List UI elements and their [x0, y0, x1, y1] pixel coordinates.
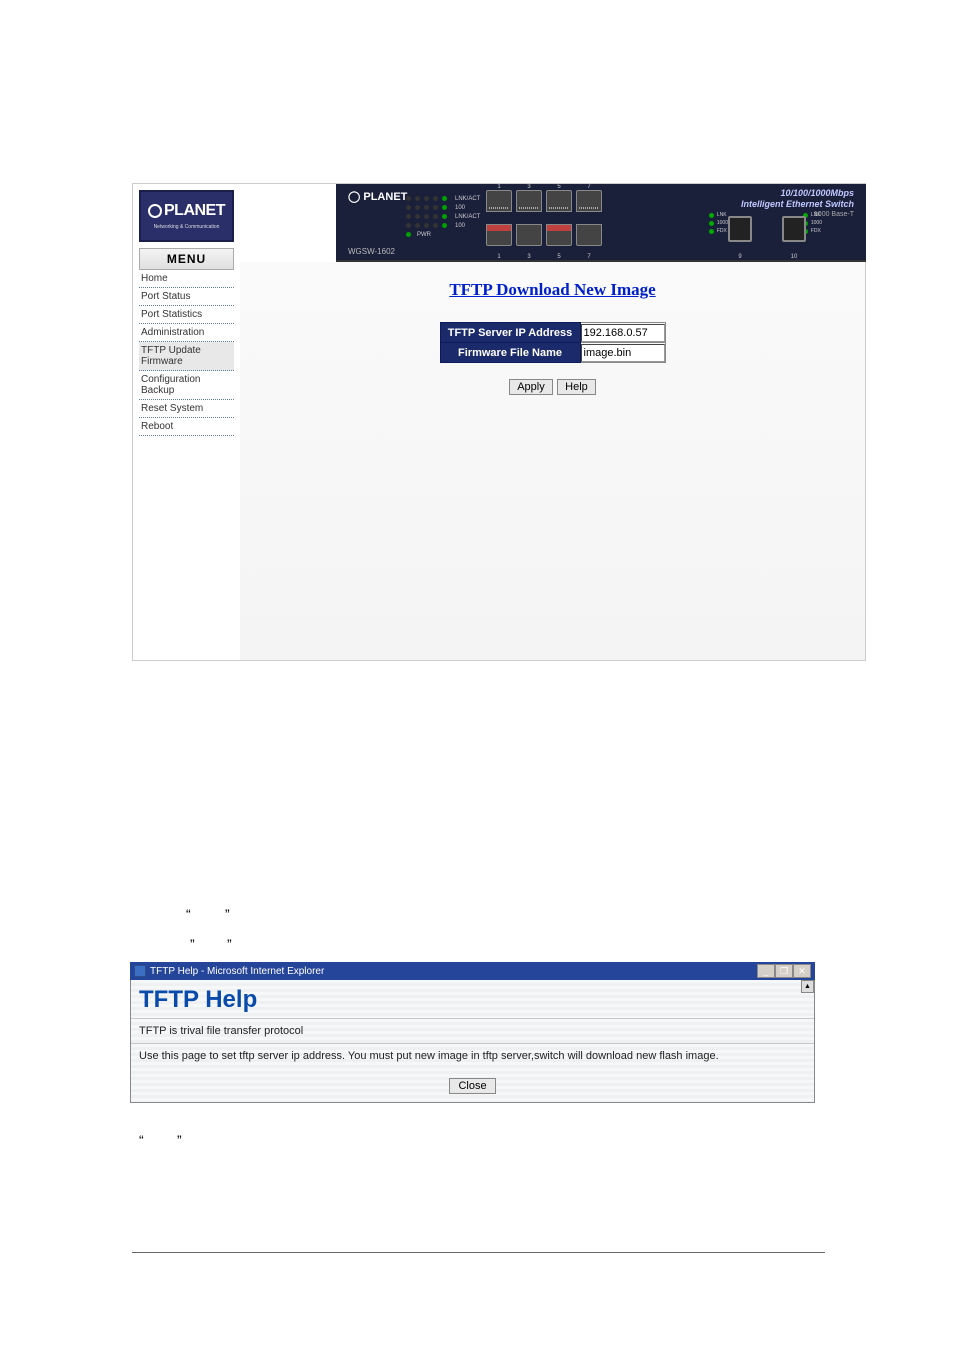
- help-window: TFTP Help - Microsoft Internet Explorer …: [130, 962, 815, 1103]
- menu-item-port-statistics[interactable]: Port Statistics: [139, 306, 234, 324]
- menu-item-reset-system[interactable]: Reset System: [139, 400, 234, 418]
- maximize-button[interactable]: ❐: [775, 964, 793, 978]
- menu-item-configuration-backup[interactable]: Configuration Backup: [139, 371, 234, 400]
- close-window-button[interactable]: ✕: [793, 964, 811, 978]
- gigabit-ports: [728, 216, 806, 242]
- help-scroll-up-button[interactable]: ▲: [801, 980, 814, 993]
- quote-open-1: “: [186, 906, 191, 922]
- help-titlebar: TFTP Help - Microsoft Internet Explorer …: [130, 962, 815, 980]
- banner-speed-text: 10/100/1000Mbps: [780, 188, 854, 198]
- led-label-1002: 100: [455, 223, 465, 229]
- label-tftp-ip: TFTP Server IP Address: [440, 323, 580, 343]
- admin-ui-window: ▲ ▼ ◯ PLANET WGSW-1602 10/100/1000Mbps I…: [132, 183, 866, 661]
- quote-close-1: ”: [225, 906, 230, 922]
- help-text-2: Use this page to set tftp server ip addr…: [131, 1044, 814, 1068]
- menu-item-port-status[interactable]: Port Status: [139, 288, 234, 306]
- port-numbers-bottom: 1357: [486, 254, 602, 260]
- menu-header: MENU: [139, 248, 234, 270]
- help-text-1: TFTP is trival file transfer protocol: [131, 1019, 814, 1043]
- input-firmware-file[interactable]: [581, 344, 665, 362]
- menu-item-home[interactable]: Home: [139, 270, 234, 288]
- page-title: TFTP Download New Image: [260, 280, 845, 300]
- brand-logo-box: PLANET Networking & Communication: [139, 190, 234, 242]
- brand-name: PLANET: [164, 202, 225, 220]
- gigabit-leds-left: LNK 1000 FDX: [709, 212, 728, 236]
- quote-close-3: ”: [177, 1132, 182, 1148]
- led-block: LNK/ACT 100 LNK/ACT 100 PWR: [406, 196, 480, 241]
- logo-circle-icon: [148, 204, 162, 218]
- main-panel: TFTP Download New Image TFTP Server IP A…: [240, 262, 865, 660]
- quote-close-2a: ”: [190, 936, 195, 952]
- menu-item-tftp-update-firmware[interactable]: TFTP Update Firmware: [139, 342, 234, 371]
- minimize-button[interactable]: _: [757, 964, 775, 978]
- tftp-form-table: TFTP Server IP Address Firmware File Nam…: [440, 322, 666, 363]
- help-window-title: TFTP Help - Microsoft Internet Explorer: [150, 966, 324, 977]
- brand-tagline: Networking & Communication: [145, 224, 228, 230]
- menu-list: Home Port Status Port Statistics Adminis…: [139, 270, 234, 436]
- left-column: PLANET Networking & Communication MENU H…: [133, 184, 240, 660]
- banner-logo-text: PLANET: [363, 191, 407, 203]
- quote-open-3: “: [139, 1132, 144, 1148]
- ports-bottom-row: [486, 224, 602, 246]
- input-tftp-ip[interactable]: [581, 324, 665, 342]
- ie-icon: [134, 965, 146, 977]
- label-firmware-file: Firmware File Name: [440, 343, 580, 363]
- banner-product-text: Intelligent Ethernet Switch: [741, 199, 854, 209]
- apply-button[interactable]: Apply: [509, 379, 553, 395]
- led-label-100: 100: [455, 205, 465, 211]
- help-body: ▲ TFTP Help TFTP is trival file transfer…: [130, 980, 815, 1103]
- device-banner: ◯ PLANET WGSW-1602 10/100/1000Mbps Intel…: [336, 184, 866, 262]
- banner-model: WGSW-1602: [348, 247, 395, 256]
- led-label-pwr: PWR: [417, 232, 431, 238]
- page-footer-rule: [132, 1252, 825, 1253]
- quote-close-2b: ”: [227, 936, 232, 952]
- help-close-button[interactable]: Close: [449, 1078, 495, 1094]
- menu-item-reboot[interactable]: Reboot: [139, 418, 234, 436]
- help-button[interactable]: Help: [557, 379, 596, 395]
- help-heading: TFTP Help: [131, 980, 814, 1018]
- led-label-lnk: LNK/ACT: [455, 196, 480, 202]
- gigabit-port-numbers: 910: [728, 254, 806, 260]
- banner-logo: ◯ PLANET: [348, 190, 407, 203]
- ports-top-row: [486, 190, 602, 212]
- led-label-lnk2: LNK/ACT: [455, 214, 480, 220]
- menu-item-administration[interactable]: Administration: [139, 324, 234, 342]
